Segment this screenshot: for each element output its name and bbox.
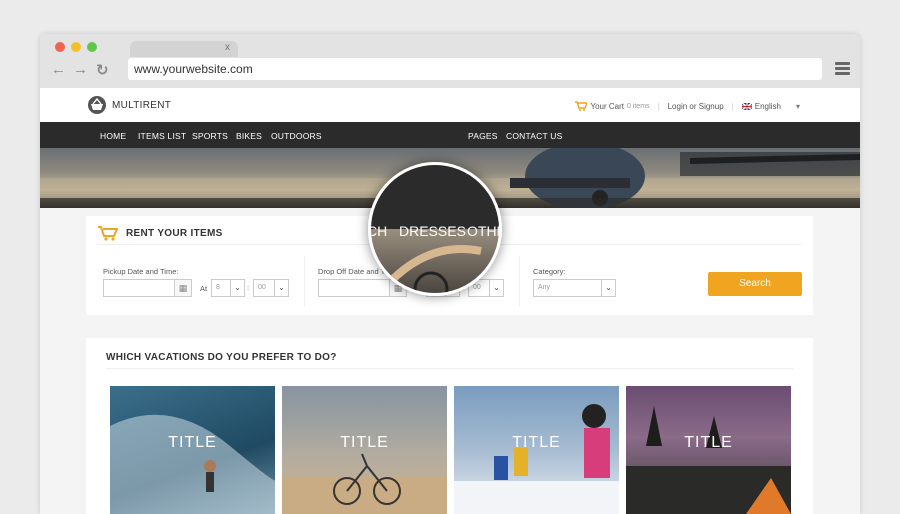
header-divider: |: [657, 101, 660, 111]
language-label: English: [754, 101, 781, 111]
header-divider: |: [731, 101, 734, 111]
card-title: TITLE: [684, 434, 733, 451]
cart-count: 0 items: [626, 102, 650, 110]
site-logo[interactable]: MULTIRENT: [86, 95, 171, 115]
cart-label: Your Cart: [590, 101, 624, 111]
calendar-icon[interactable]: ▦: [174, 279, 192, 297]
logo-basket-icon: [88, 96, 106, 114]
hour-value: 8: [216, 284, 220, 291]
pickup-label: Pickup Date and Time:: [103, 267, 179, 276]
vacation-card-camp[interactable]: TITLE: [626, 386, 791, 514]
pickup-minute-select[interactable]: 00 ⌄: [253, 279, 289, 297]
chevron-down-icon: ⌄: [274, 280, 288, 296]
browser-window: x ← → ↻ www.yourwebsite.com MULTIRENT Yo…: [40, 34, 860, 514]
nav-item-items-list[interactable]: ITEMS LIST: [138, 131, 186, 141]
card-title: TITLE: [512, 434, 561, 451]
card-title: TITLE: [340, 434, 389, 451]
address-bar[interactable]: www.yourwebsite.com: [128, 58, 822, 80]
cart-icon: [98, 226, 118, 241]
header-actions: Your Cart 0 items | Login or Signup | En…: [575, 101, 800, 111]
vacations-title: WHICH VACATIONS DO YOU PREFER TO DO?: [106, 352, 337, 363]
magnified-hero-image: [388, 245, 482, 293]
browser-chrome: x ← → ↻ www.yourwebsite.com: [40, 34, 860, 88]
search-button[interactable]: Search: [708, 272, 802, 296]
card-title: TITLE: [168, 434, 217, 451]
close-window-button[interactable]: [55, 42, 65, 52]
magnifier-lens: CH DRESSES OTHE: [368, 162, 502, 296]
cart-icon: [575, 101, 588, 111]
minute-value: 00: [258, 284, 266, 291]
divider: [106, 368, 793, 369]
back-arrow-icon[interactable]: ←: [51, 61, 66, 78]
main-nav: HOME ITEMS LIST SPORTS BIKES OUTDOORS PA…: [40, 122, 860, 148]
at-label: At: [200, 284, 208, 293]
category-value: Any: [538, 284, 551, 291]
pickup-hour-select[interactable]: 8 ⌄: [211, 279, 245, 297]
divider: [519, 256, 520, 306]
nav-item-outdoors[interactable]: OUTDOORS: [271, 131, 322, 141]
chevron-down-icon: ⌄: [230, 280, 244, 296]
tab-close-icon[interactable]: x: [225, 42, 230, 53]
reload-icon[interactable]: ↻: [96, 61, 109, 79]
cart-link[interactable]: Your Cart 0 items: [575, 101, 650, 111]
nav-item-bikes[interactable]: BIKES: [236, 131, 262, 141]
uk-flag-icon: [741, 102, 752, 110]
vacation-card-ski[interactable]: TITLE: [454, 386, 619, 514]
nav-item-home[interactable]: HOME: [100, 131, 126, 141]
pickup-date-input[interactable]: [103, 279, 175, 297]
maximize-window-button[interactable]: [87, 42, 97, 52]
vacation-card-surf[interactable]: TITLE: [110, 386, 275, 514]
rent-title: RENT YOUR ITEMS: [126, 228, 223, 239]
nav-item-contact-us[interactable]: CONTACT US: [506, 131, 562, 141]
language-selector[interactable]: English ▾: [741, 101, 800, 111]
category-label: Category:: [533, 267, 566, 276]
login-link[interactable]: Login or Signup: [668, 102, 724, 111]
nav-item-sports[interactable]: SPORTS: [192, 131, 228, 141]
website-page: MULTIRENT Your Cart 0 items | Login or S…: [40, 88, 860, 514]
nav-item-pages[interactable]: PAGES: [468, 131, 498, 141]
chevron-down-icon: ⌄: [601, 280, 615, 296]
browser-tab[interactable]: x: [130, 41, 238, 57]
category-select[interactable]: Any ⌄: [533, 279, 616, 297]
site-header: MULTIRENT Your Cart 0 items | Login or S…: [40, 88, 860, 122]
hamburger-menu-icon[interactable]: [835, 62, 850, 75]
logo-text: MULTIRENT: [112, 99, 172, 111]
forward-arrow-icon[interactable]: →: [73, 61, 88, 78]
vacation-card-bike[interactable]: TITLE: [282, 386, 447, 514]
minimize-window-button[interactable]: [71, 42, 81, 52]
time-separator: :: [247, 283, 250, 292]
divider: [304, 256, 305, 306]
vacations-section: WHICH VACATIONS DO YOU PREFER TO DO? TIT…: [86, 338, 813, 514]
chevron-down-icon: ▾: [795, 101, 800, 111]
